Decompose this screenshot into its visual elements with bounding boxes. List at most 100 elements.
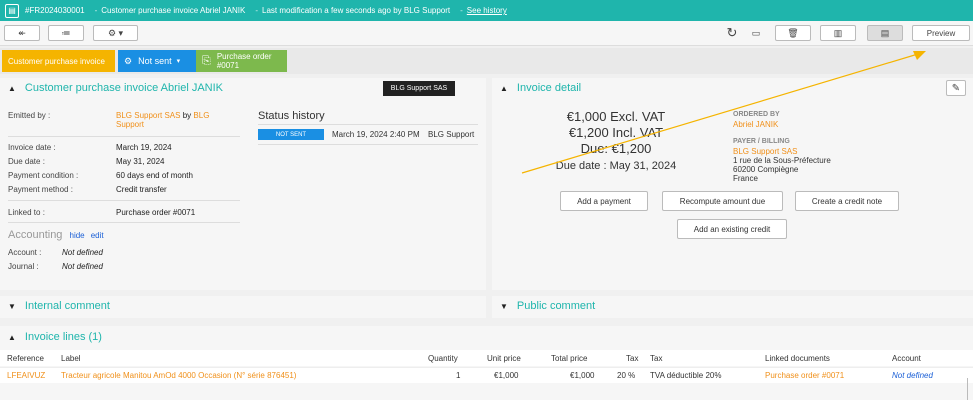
scrollbar[interactable]: [967, 378, 968, 400]
history-user: BLG Support: [428, 130, 475, 139]
due-date-value: May 31, 2024: [116, 157, 165, 166]
internal-comment-title: Internal comment: [24, 300, 110, 312]
col-quantity[interactable]: Quantity: [428, 354, 458, 363]
emitted-by-row: Emitted by : BLG Support SAS by BLG Supp…: [8, 111, 248, 129]
ordered-by-link[interactable]: Abriel JANIK: [733, 120, 778, 129]
screen-button[interactable]: ▭: [748, 25, 764, 41]
state-icon: ⚙: [124, 55, 133, 66]
invoice-detail-header[interactable]: ▲ Invoice detail: [500, 82, 581, 94]
recompute-amount-button[interactable]: Recompute amount due: [662, 191, 783, 211]
accounting-hide-link[interactable]: hide: [70, 231, 85, 240]
invoice-title: Customer purchase invoice Abriel JANIK: [101, 6, 246, 15]
payment-condition-value: 60 days end of month: [116, 171, 193, 180]
row-unit-price: €1,000: [494, 371, 519, 380]
separator: -: [255, 6, 259, 15]
add-payment-button[interactable]: Add a payment: [560, 191, 648, 211]
due-date-label: Due date :: [8, 157, 45, 166]
payer-company-link[interactable]: BLG Support SAS: [733, 147, 797, 156]
customer-panel: [0, 78, 486, 290]
journal-row: Journal : Not defined: [8, 262, 103, 271]
col-unit-price[interactable]: Unit price: [487, 354, 521, 363]
state-dropdown[interactable]: ⚙ Not sent ▾: [118, 50, 196, 72]
row-reference[interactable]: LFEAIVUZ: [7, 371, 45, 380]
invoice-date-row: Invoice date : March 19, 2024: [8, 143, 172, 152]
col-tax[interactable]: Tax: [626, 354, 638, 363]
linked-to-label: Linked to :: [8, 208, 45, 217]
invoice-lines-title: Invoice lines (1): [24, 331, 102, 343]
library-button[interactable]: ▥: [820, 25, 856, 41]
purchase-order-icon: ⎘: [202, 54, 211, 67]
add-existing-credit-button[interactable]: Add an existing credit: [677, 219, 787, 239]
due-date-summary: Due date : May 31, 2024: [555, 160, 677, 172]
address-country: France: [733, 174, 758, 183]
payer-label: PAYER / BILLING: [733, 138, 790, 145]
emitted-by-label: Emitted by :: [8, 111, 51, 120]
row-label[interactable]: Tracteur agricole Manitou AmOd 4000 Occa…: [61, 371, 296, 380]
accounting-section: Accounting hide edit: [8, 229, 104, 241]
row-quantity: 1: [456, 371, 461, 380]
payment-method-row: Payment method : Credit transfer: [8, 185, 167, 194]
toolbar: ↞ ≔ ⚙ ▾ ↻ ▭ 🗑 ▥ ▤ Preview: [0, 21, 973, 46]
invoice-date-value: March 19, 2024: [116, 143, 172, 152]
row-tax-name: TVA déductible 20%: [650, 371, 722, 380]
customer-panel-title: Customer purchase invoice Abriel JANIK: [24, 82, 224, 94]
actions-dropdown[interactable]: ⚙ ▾: [93, 25, 138, 41]
public-comment-title: Public comment: [516, 300, 596, 312]
books-icon: ▥: [833, 27, 843, 38]
ordered-by-label: ORDERED BY: [733, 111, 780, 118]
internal-comment-header[interactable]: ▼ Internal comment: [8, 300, 110, 312]
row-account[interactable]: Not defined: [892, 371, 933, 380]
row-total-price: €1,000: [570, 371, 595, 380]
col-total-price[interactable]: Total price: [551, 354, 587, 363]
expand-icon: ▼: [8, 301, 16, 311]
row-linked-document[interactable]: Purchase order #0071: [765, 371, 844, 380]
refresh-button[interactable]: ↻: [724, 25, 740, 41]
invoice-lines-header[interactable]: ▲ Invoice lines (1): [8, 331, 102, 343]
create-credit-note-button[interactable]: Create a credit note: [795, 191, 899, 211]
linked-to-row: Linked to : Purchase order #0071: [8, 208, 195, 217]
separator: -: [460, 6, 463, 15]
emitted-by-value: BLG Support SAS by BLG Support: [116, 111, 226, 129]
address-line-2: 60200 Compiègne: [733, 165, 799, 174]
payment-condition-label: Payment condition :: [8, 171, 79, 180]
journal-label: Journal :: [8, 262, 39, 271]
trash-icon: 🗑: [787, 27, 799, 38]
actions-icon: ⚙ ▾: [107, 27, 124, 38]
history-date: March 19, 2024 2:40 PM: [332, 130, 420, 139]
col-linked-documents[interactable]: Linked documents: [765, 354, 830, 363]
preview-button[interactable]: Preview: [912, 25, 970, 41]
emitted-by-word: by: [182, 111, 192, 120]
edit-button[interactable]: ✎: [946, 80, 966, 96]
divider: [258, 124, 478, 125]
top-bar: ▤ #FR2024030001 - Customer purchase invo…: [0, 0, 973, 21]
col-tax-name[interactable]: Tax: [650, 354, 662, 363]
state-label: Not sent: [138, 56, 172, 66]
divider: [8, 200, 240, 201]
linked-to-link[interactable]: Purchase order #0071: [116, 208, 195, 217]
preview-label: Preview: [926, 28, 956, 38]
purchase-order-chip[interactable]: ⎘ Purchase order #0071: [196, 50, 287, 72]
archive-button[interactable]: ▤: [867, 25, 903, 41]
col-label[interactable]: Label: [61, 354, 81, 363]
customer-panel-header[interactable]: ▲ Customer purchase invoice Abriel JANIK: [8, 82, 223, 94]
account-value: Not defined: [62, 248, 103, 257]
purchase-order-label: Purchase order: [216, 52, 272, 61]
accounting-edit-link[interactable]: edit: [91, 231, 104, 240]
see-history-link[interactable]: See history: [467, 6, 507, 15]
payment-method-value: Credit transfer: [116, 185, 167, 194]
public-comment-header[interactable]: ▼ Public comment: [500, 300, 595, 312]
company-badge-label: BLG Support SAS: [390, 85, 448, 92]
status-history-title: Status history: [258, 110, 325, 122]
history-state-badge: NOT SENT: [258, 129, 324, 140]
back-button[interactable]: ↞: [4, 25, 40, 41]
invoice-detail-title: Invoice detail: [516, 82, 582, 94]
col-reference[interactable]: Reference: [7, 354, 44, 363]
col-account[interactable]: Account: [892, 354, 921, 363]
list-icon: ≔: [61, 27, 71, 38]
emitted-by-company[interactable]: BLG Support SAS: [116, 111, 180, 120]
chevron-down-icon: ▾: [176, 58, 181, 65]
invoice-type-chip: Customer purchase invoice: [2, 50, 115, 72]
delete-button[interactable]: 🗑: [775, 25, 811, 41]
list-button[interactable]: ≔: [48, 25, 84, 41]
collapse-icon: ▲: [8, 332, 16, 342]
